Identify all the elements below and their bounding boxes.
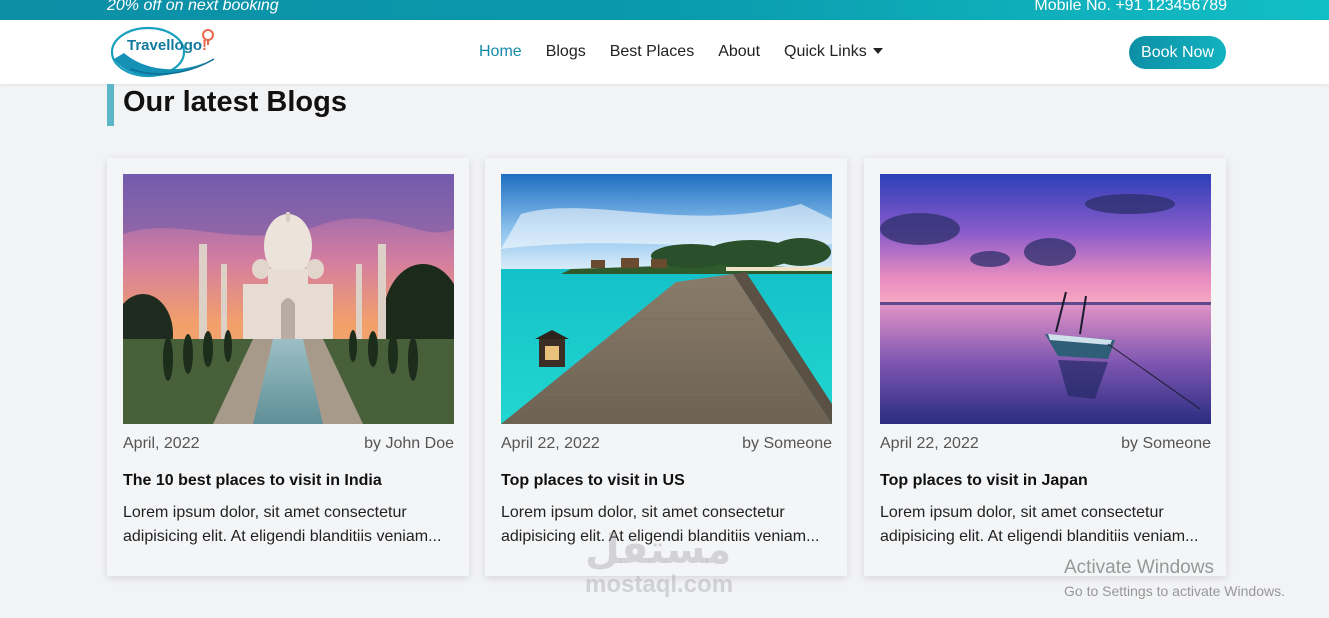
activate-windows-overlay: Activate Windows Go to Settings to activ…	[1064, 557, 1285, 599]
navbar: Travellogo! Home Blogs Best Places About…	[0, 20, 1329, 84]
nav-quick-links-label: Quick Links	[784, 43, 867, 60]
section-title: Our latest Blogs	[107, 84, 347, 126]
blog-card[interactable]: April, 2022 by John Doe The 10 best plac…	[107, 158, 469, 576]
blog-card-image[interactable]	[501, 174, 832, 424]
blog-card-title[interactable]: The 10 best places to visit in India	[123, 472, 454, 490]
logo-text-main: Travellogo	[127, 37, 203, 54]
main-nav: Home Blogs Best Places About Quick Links	[479, 43, 884, 61]
blog-card[interactable]: April 22, 2022 by Someone Top places to …	[864, 158, 1226, 576]
nav-blogs[interactable]: Blogs	[546, 43, 586, 61]
blog-card-image[interactable]	[880, 174, 1211, 424]
activate-windows-subtitle: Go to Settings to activate Windows.	[1064, 583, 1285, 599]
nav-quick-links[interactable]: Quick Links	[784, 43, 884, 61]
blog-card-author: by Someone	[742, 435, 832, 452]
blog-card-date: April, 2022	[123, 435, 200, 452]
nav-best-places[interactable]: Best Places	[610, 43, 694, 61]
blog-card-meta: April, 2022 by John Doe	[123, 435, 454, 453]
blog-card-image[interactable]	[123, 174, 454, 424]
site-logo[interactable]: Travellogo!	[110, 23, 220, 81]
blog-card-author: by John Doe	[364, 435, 454, 452]
activate-windows-title: Activate Windows	[1064, 557, 1214, 578]
mostaql-watermark: مستقل mostaql.com	[585, 528, 733, 598]
blog-card-date: April 22, 2022	[880, 435, 979, 452]
blog-card-meta: April 22, 2022 by Someone	[880, 435, 1211, 453]
logo-text-accent: !	[202, 37, 208, 54]
blog-card-author: by Someone	[1121, 435, 1211, 452]
caret-down-icon	[873, 48, 884, 54]
blog-card-meta: April 22, 2022 by Someone	[501, 435, 832, 453]
blog-card-title[interactable]: Top places to visit in Japan	[880, 472, 1211, 490]
promo-text: 20% off on next booking	[107, 0, 279, 14]
watermark-arabic: مستقل	[585, 528, 732, 572]
nav-home[interactable]: Home	[479, 43, 522, 61]
blog-card[interactable]: April 22, 2022 by Someone Top places to …	[485, 158, 847, 576]
maldives-pier-image	[501, 174, 832, 424]
logo-text: Travellogo!	[127, 37, 207, 54]
blog-card-title[interactable]: Top places to visit in US	[501, 472, 832, 490]
boat-dusk-image	[880, 174, 1211, 424]
blog-card-excerpt: Lorem ipsum dolor, sit amet consectetur …	[123, 504, 442, 545]
watermark-latin: mostaql.com	[585, 571, 734, 598]
book-now-button[interactable]: Book Now	[1129, 36, 1226, 69]
blog-card-date: April 22, 2022	[501, 435, 600, 452]
promo-bar: 20% off on next booking Mobile No. +91 1…	[0, 0, 1329, 20]
mobile-number: Mobile No. +91 123456789	[1034, 0, 1227, 14]
blog-card-excerpt: Lorem ipsum dolor, sit amet consectetur …	[880, 504, 1199, 545]
nav-about[interactable]: About	[718, 43, 760, 61]
taj-mahal-image	[123, 174, 454, 424]
